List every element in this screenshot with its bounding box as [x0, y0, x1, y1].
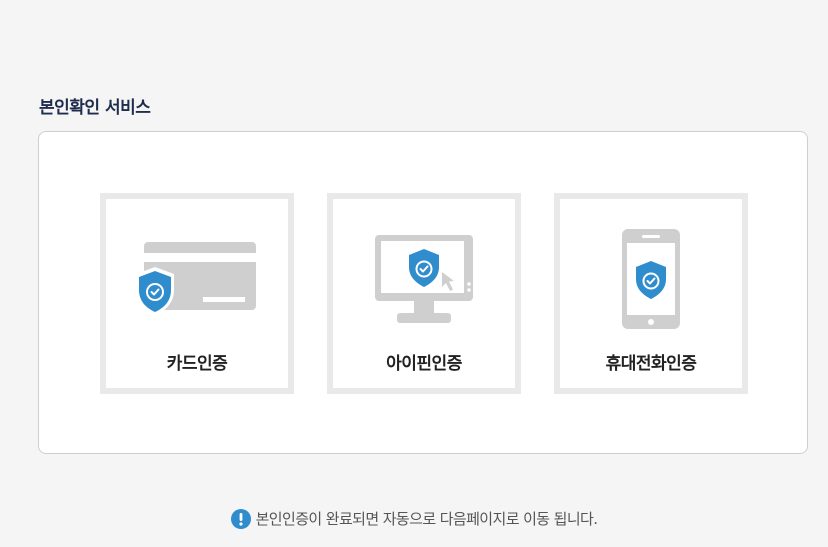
redirect-notice-text: 본인인증이 완료되면 자동으로 다음페이지로 이동 됩니다.	[255, 510, 598, 528]
mobile-verification-label: 휴대전화인증	[605, 354, 697, 374]
ipin-verification-label: 아이핀인증	[386, 354, 462, 374]
mobile-verification-button[interactable]: 휴대전화인증	[554, 193, 748, 394]
credit-card-shield-icon	[136, 242, 256, 316]
redirect-notice: 본인인증이 완료되면 자동으로 다음페이지로 이동 됩니다.	[0, 508, 828, 529]
card-verification-label: 카드인증	[166, 354, 228, 374]
monitor-shield-icon	[375, 235, 473, 323]
card-verification-button[interactable]: 카드인증	[100, 193, 294, 394]
mobile-phone-shield-icon	[622, 229, 680, 329]
section-title: 본인확인 서비스	[39, 98, 151, 118]
exclamation-circle-icon	[230, 508, 251, 529]
verification-panel: 카드인증 아이핀인증 휴대전화인증	[38, 131, 808, 454]
ipin-verification-button[interactable]: 아이핀인증	[327, 193, 521, 394]
